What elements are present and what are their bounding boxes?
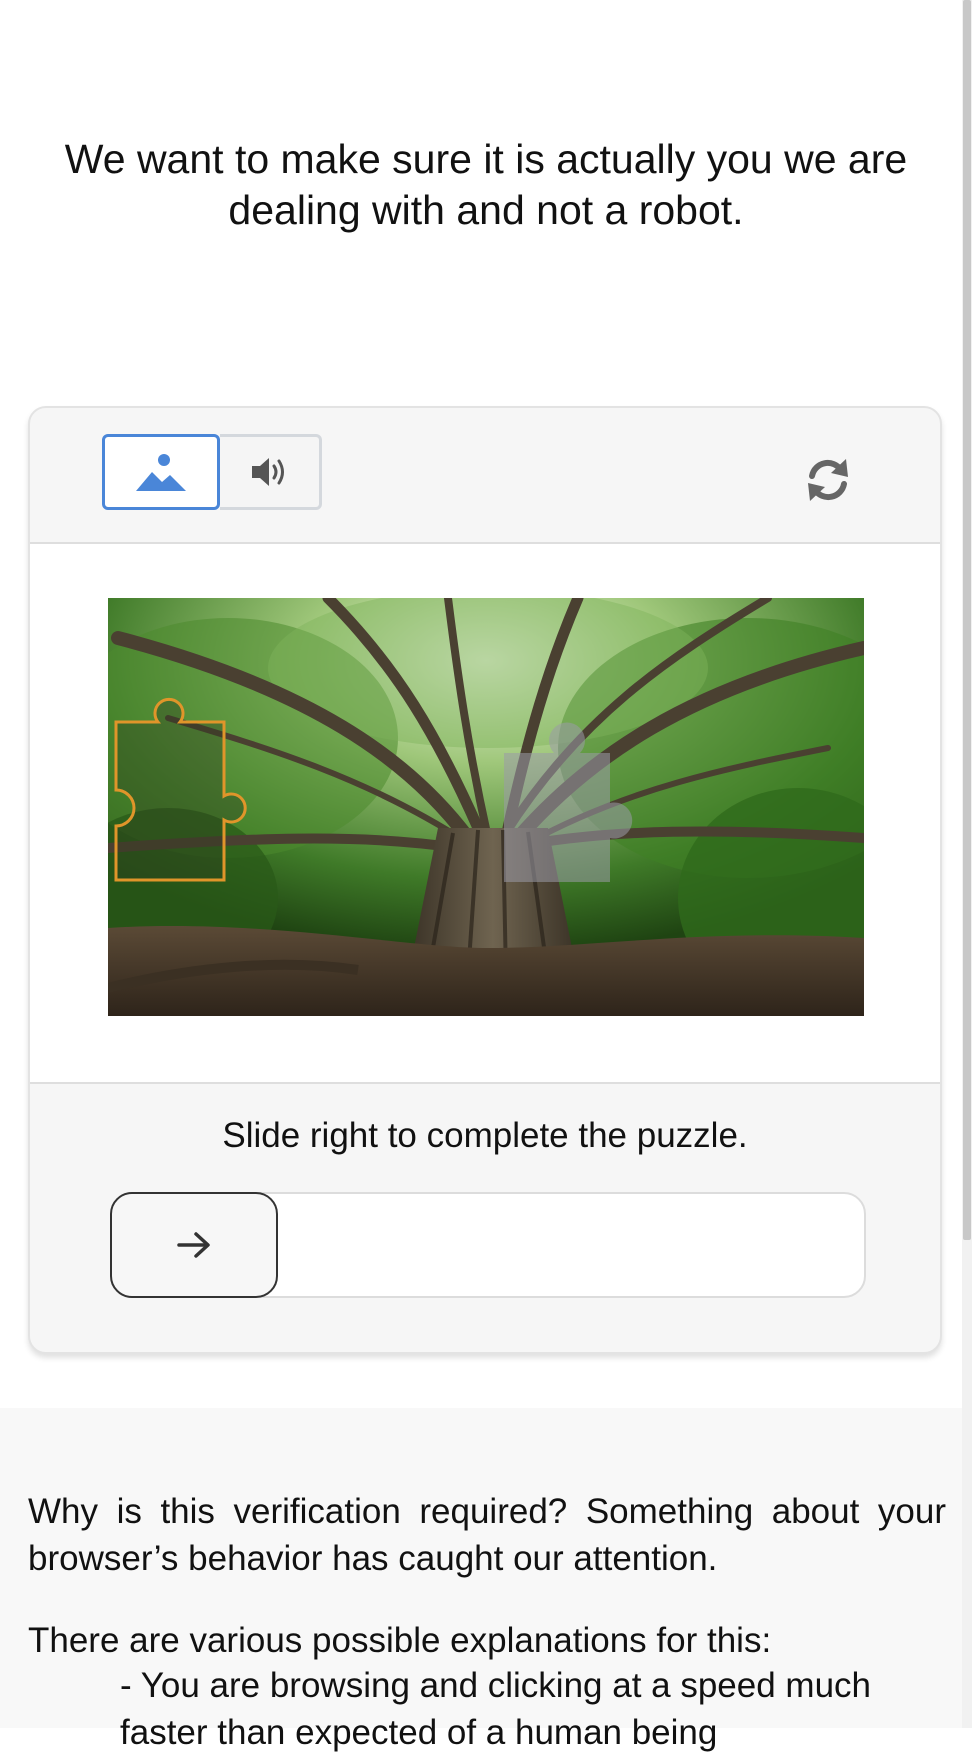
page-heading: We want to make sure it is actually you … <box>64 136 908 233</box>
explanations-intro: There are various possible explanations … <box>28 1621 772 1660</box>
audio-mode-button[interactable] <box>220 434 322 510</box>
puzzle-area <box>30 544 940 1084</box>
captcha-toolbar <box>30 408 940 544</box>
captcha-card: Slide right to complete the puzzle. <box>28 406 942 1354</box>
explanation-bullet: - You are browsing and clicking at a spe… <box>120 1666 872 1752</box>
why-verification-text: Why is this verification required? Somet… <box>28 1492 946 1578</box>
speaker-icon <box>251 458 284 486</box>
arrow-right-icon <box>177 1232 210 1258</box>
image-mode-button[interactable] <box>102 434 220 510</box>
slider-handle[interactable] <box>110 1192 278 1298</box>
scrollbar-track[interactable] <box>962 0 972 1728</box>
refresh-button[interactable] <box>800 452 856 508</box>
image-icon <box>136 454 186 491</box>
puzzle-instruction: Slide right to complete the puzzle. <box>222 1116 748 1155</box>
refresh-icon <box>808 459 848 501</box>
puzzle-image <box>108 598 864 1016</box>
scrollbar-thumb[interactable] <box>963 0 971 1240</box>
